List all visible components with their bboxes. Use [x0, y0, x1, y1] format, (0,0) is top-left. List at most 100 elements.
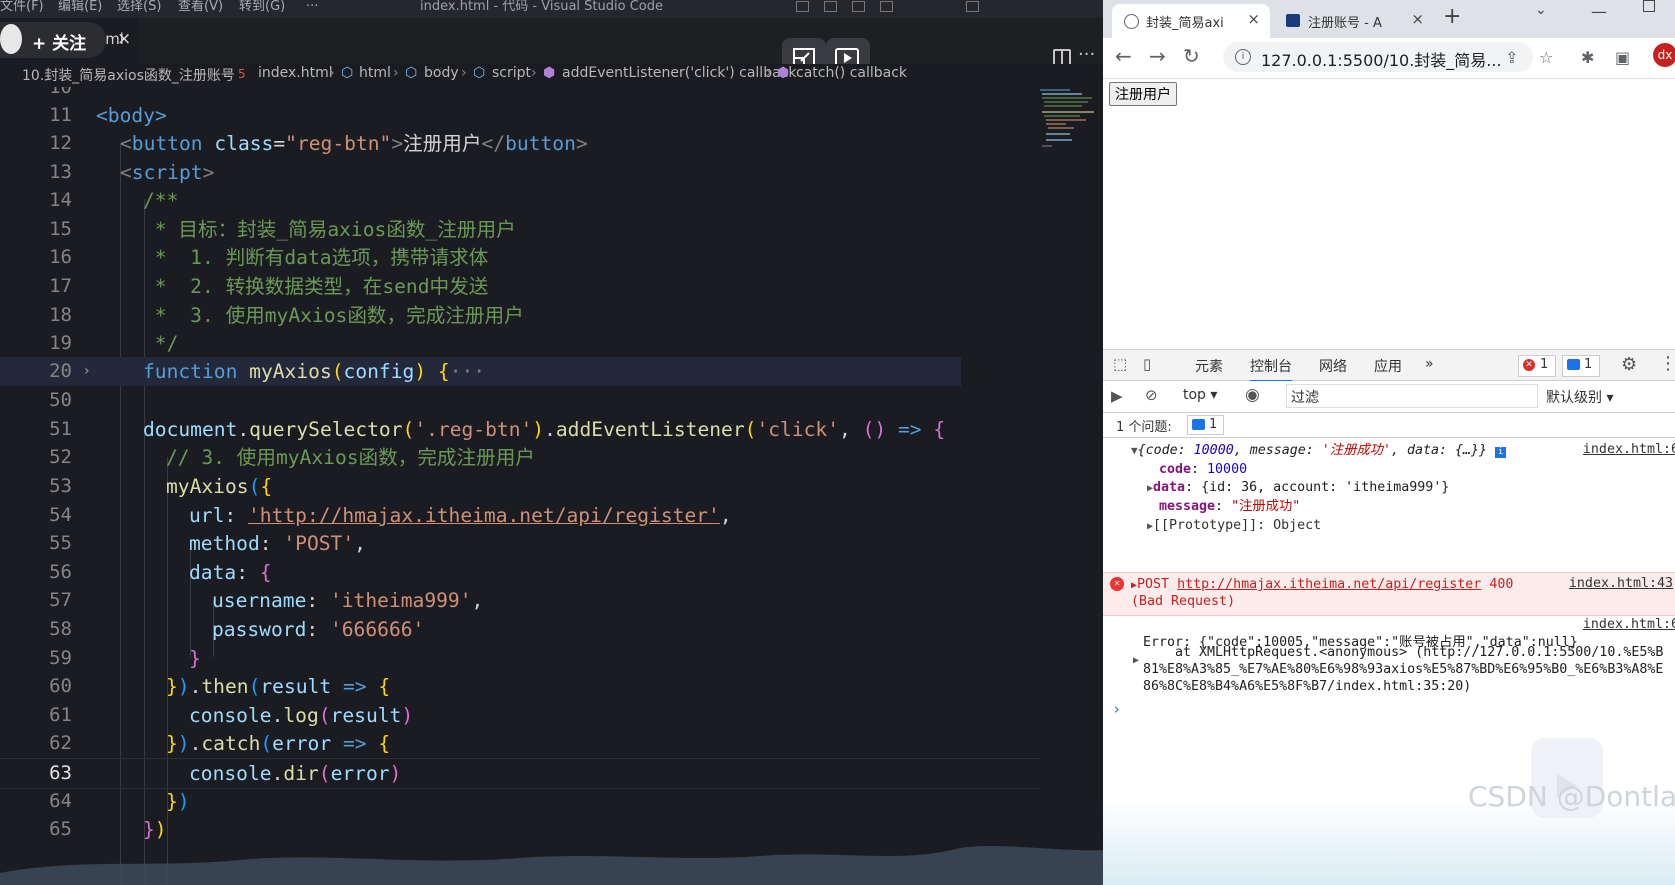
- chevron-down-icon[interactable]: ⌄: [1535, 2, 1547, 18]
- tab-application[interactable]: 应用: [1374, 356, 1402, 376]
- close-icon[interactable]: ×: [1411, 10, 1424, 28]
- layout-icon[interactable]: [796, 1, 809, 12]
- breadcrumb-callback[interactable]: addEventListener('click') callback: [562, 65, 796, 81]
- kebab-menu-icon[interactable]: ⋮: [1659, 353, 1675, 374]
- code-line: 50: [49, 389, 72, 411]
- code-line-folded[interactable]: 20 › function myAxios(config) {···: [0, 357, 961, 386]
- log-level-select[interactable]: 默认级别 ▾: [1546, 387, 1613, 407]
- filter-input[interactable]: [1286, 384, 1538, 408]
- forward-icon[interactable]: →: [1149, 44, 1166, 68]
- panel-icon[interactable]: [824, 1, 837, 12]
- water-wave-overlay: [0, 846, 1103, 885]
- device-toggle-icon[interactable]: ▯: [1143, 355, 1161, 373]
- breadcrumb-file[interactable]: index.html: [258, 65, 333, 81]
- network-error-row[interactable]: ✕ ▶POST http://hmajax.itheima.net/api/re…: [1103, 572, 1675, 616]
- extensions-icon[interactable]: ✱: [1581, 48, 1594, 67]
- more-actions-icon[interactable]: ···: [1078, 44, 1095, 65]
- restore-icon[interactable]: [966, 1, 979, 12]
- source-link[interactable]: index.html:6: [1583, 442, 1675, 457]
- info-icon[interactable]: i: [1495, 447, 1507, 458]
- reload-icon[interactable]: ↻: [1183, 44, 1200, 68]
- code-line: 16 * 1. 判断有data选项，携带请求体: [49, 246, 489, 269]
- fold-chevron-icon[interactable]: ›: [84, 357, 90, 386]
- more-tabs-icon[interactable]: »: [1425, 356, 1434, 372]
- console-toolbar: ▶ ⊘ top ▾ ◉ 过滤 默认级别 ▾: [1103, 381, 1675, 413]
- tab-console[interactable]: 控制台: [1250, 356, 1292, 382]
- clear-console-icon[interactable]: ⊘: [1145, 386, 1163, 404]
- avatar: [0, 24, 22, 54]
- breadcrumb-catch[interactable]: catch() callback: [796, 65, 907, 81]
- tab-title: 注册账号 - A: [1308, 16, 1382, 31]
- breadcrumb-script[interactable]: script: [492, 65, 531, 81]
- code-line: 56 data: {: [49, 561, 272, 584]
- tab-network[interactable]: 网络: [1319, 356, 1347, 376]
- close-icon[interactable]: ×: [117, 29, 131, 49]
- menu-file[interactable]: 文件(F): [0, 0, 44, 14]
- follow-overlay[interactable]: + 关注: [0, 22, 106, 58]
- source-link[interactable]: index.html:6: [1583, 617, 1675, 632]
- code-line: 59 }: [49, 647, 201, 670]
- breadcrumb-folder[interactable]: 10.封装_简易axios函数_注册账号: [22, 65, 235, 85]
- code-editor[interactable]: 10 11 <body> 12 <button class="reg-btn">…: [0, 87, 1103, 885]
- profile-avatar[interactable]: dx: [1653, 43, 1675, 67]
- breadcrumb-html[interactable]: html: [359, 65, 391, 81]
- message-icon: [1567, 359, 1580, 370]
- source-link[interactable]: index.html:43: [1569, 576, 1673, 591]
- log-prototype-row[interactable]: ▶[[Prototype]]: Object: [1147, 517, 1321, 536]
- info-icon[interactable]: i: [1235, 49, 1251, 65]
- log-object-summary[interactable]: ▼{code: 10000, message: '注册成功', data: {……: [1131, 442, 1507, 460]
- eye-icon[interactable]: ◉: [1245, 385, 1263, 405]
- stack-line: 86%8C%E8%B4%A6%E5%8F%B7/index.html:35:20…: [1143, 679, 1472, 694]
- code-line: 51 document.querySelector('.reg-btn').ad…: [49, 418, 946, 441]
- request-url-link[interactable]: http://hmajax.itheima.net/api/register: [1177, 577, 1481, 592]
- minimize-icon[interactable]: —: [1591, 2, 1607, 21]
- code-line: 53 myAxios({: [49, 475, 273, 498]
- vscode-window: 文件(F) 编辑(E) 选择(S) 查看(V) 转到(G) ··· index.…: [0, 0, 1103, 885]
- context-select[interactable]: top ▾: [1183, 387, 1217, 403]
- menu-edit[interactable]: 编辑(E): [58, 0, 102, 14]
- menu-view[interactable]: 查看(V): [178, 0, 223, 14]
- star-icon[interactable]: ☆: [1539, 48, 1553, 67]
- method-icon: ⬢: [777, 65, 790, 81]
- new-tab-button[interactable]: +: [1443, 4, 1461, 29]
- sidepanel-icon[interactable]: ▣: [1615, 48, 1630, 67]
- issues-bar[interactable]: 1 个问题: 1: [1103, 413, 1675, 438]
- symbol-icon: ⬡: [473, 65, 486, 81]
- log-data-row[interactable]: ▶data: {id: 36, account: 'itheima999'}: [1147, 479, 1449, 498]
- menu-selection[interactable]: 选择(S): [117, 0, 161, 14]
- error-count-badge[interactable]: ✕ 1: [1518, 355, 1556, 377]
- browser-tab-active[interactable]: 封装_简易axi ×: [1112, 4, 1270, 38]
- message-icon: [1192, 419, 1205, 430]
- code-line: 61 console.log(result): [49, 704, 414, 727]
- register-button[interactable]: 注册用户: [1109, 82, 1177, 106]
- browser-toolbar: ← → ↻ i 127.0.0.1:5500/10.封装_简易... ⇪ ☆ ✱…: [1103, 38, 1675, 79]
- console-prompt[interactable]: ›: [1112, 700, 1121, 718]
- customize-layout-icon[interactable]: [880, 1, 893, 12]
- minimap[interactable]: [1040, 87, 1102, 167]
- code-line: 18 * 3. 使用myAxios函数，完成注册用户: [49, 304, 524, 327]
- code-line: 62 }).catch(error => {: [49, 732, 391, 755]
- back-icon[interactable]: ←: [1115, 44, 1132, 68]
- menu-go[interactable]: 转到(G): [239, 0, 285, 14]
- tab-elements[interactable]: 元素: [1195, 356, 1223, 376]
- address-bar[interactable]: i 127.0.0.1:5500/10.封装_简易...: [1223, 42, 1533, 72]
- stack-line: 81%E8%A3%85_%E7%AE%80%E6%98%93axios%E5%8…: [1143, 662, 1664, 677]
- breadcrumb-body[interactable]: body: [424, 65, 459, 81]
- code-line-current[interactable]: 63 console.dir(error): [0, 758, 1040, 789]
- expand-arrow-icon[interactable]: ▶: [1133, 652, 1139, 670]
- close-icon[interactable]: ×: [1247, 10, 1260, 28]
- gear-icon[interactable]: ⚙: [1621, 354, 1637, 375]
- code-line: 10: [49, 87, 72, 98]
- sidebar-toggle-icon[interactable]: [852, 1, 865, 12]
- share-icon[interactable]: ⇪: [1505, 48, 1518, 67]
- menu-more[interactable]: ···: [306, 0, 318, 14]
- inspect-icon[interactable]: ⬚: [1113, 355, 1131, 373]
- doc-icon: [1286, 14, 1300, 27]
- sidebar-toggle-icon[interactable]: ▶: [1111, 387, 1129, 405]
- code-line: 55 method: 'POST',: [49, 532, 366, 555]
- issues-chip[interactable]: 1: [1187, 415, 1224, 435]
- issue-count-badge[interactable]: 1: [1562, 355, 1600, 377]
- follow-button[interactable]: + 关注: [32, 29, 86, 54]
- browser-tab[interactable]: 注册账号 - A ×: [1274, 4, 1434, 38]
- maximize-icon[interactable]: [1643, 0, 1655, 12]
